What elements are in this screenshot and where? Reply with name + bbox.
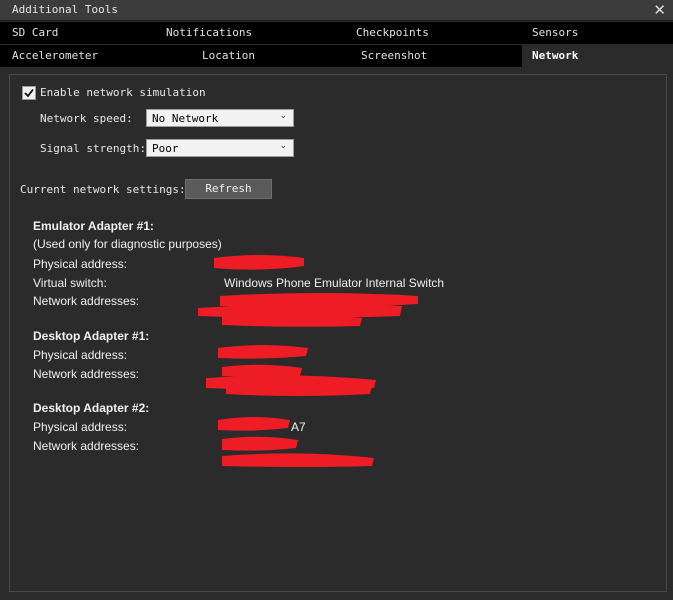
redaction-mark [222, 436, 298, 451]
redaction-mark [222, 453, 374, 467]
redaction-overlay [198, 255, 418, 467]
redaction-mark [226, 382, 372, 396]
redaction-mark [218, 345, 308, 359]
redaction-mark [222, 364, 302, 377]
redaction-mark [214, 255, 304, 270]
redaction-mark [218, 417, 290, 431]
